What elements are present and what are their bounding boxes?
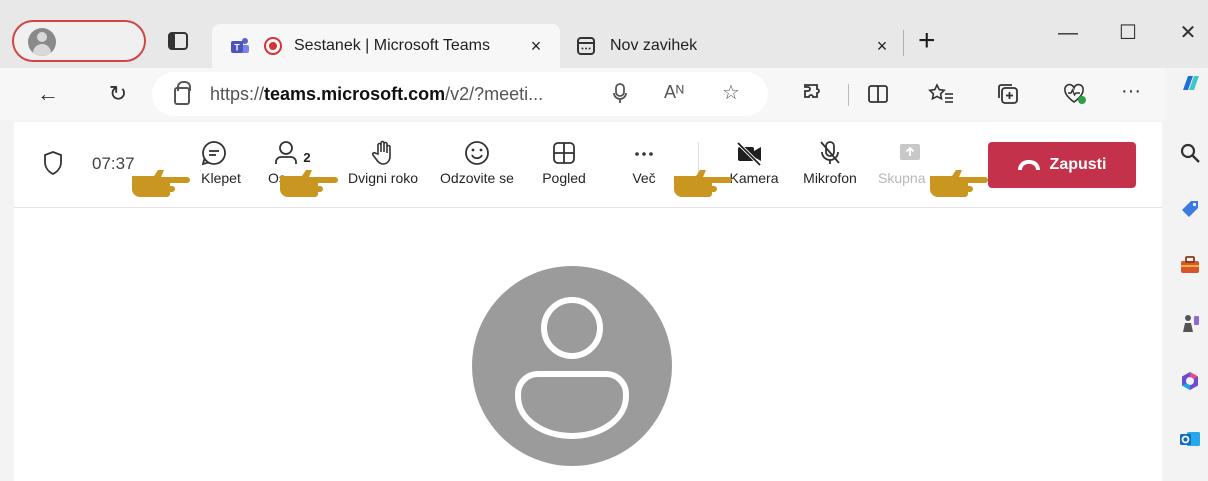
favorites-icon[interactable]	[928, 82, 954, 106]
participant-count-badge: 2	[303, 149, 311, 165]
tab-title: Sestanek | Microsoft Teams	[294, 37, 490, 54]
tab-separator	[903, 30, 904, 56]
tab-teams-meeting[interactable]: T Sestanek | Microsoft Teams ×	[212, 24, 560, 68]
svg-text:T: T	[234, 43, 240, 53]
camera-off-icon	[736, 141, 762, 167]
people-icon	[275, 141, 298, 164]
url-text: https://teams.microsoft.com/v2/?meeti...	[210, 83, 544, 104]
more-button[interactable]: Več	[622, 136, 666, 200]
favorite-star-icon[interactable]: ☆	[722, 80, 740, 105]
leave-button[interactable]: Zapusti	[988, 142, 1136, 188]
address-bar[interactable]: https://teams.microsoft.com/v2/?meeti...…	[152, 72, 768, 116]
browser-essentials-icon[interactable]	[1062, 82, 1088, 106]
shopping-tag-icon[interactable]	[1179, 198, 1201, 220]
teams-meeting-view: 07:37 Klepet 2 Os Dvigni roko Odzovite s…	[14, 122, 1162, 481]
chat-button[interactable]: Klepet	[186, 136, 242, 200]
close-window-button[interactable]: ✕	[1168, 18, 1208, 48]
new-tab-page-icon	[577, 37, 595, 55]
edge-sidebar	[1165, 68, 1208, 481]
react-button[interactable]: Odzovite se	[432, 136, 522, 200]
pointing-hand-icon	[132, 170, 190, 197]
collections-icon[interactable]	[996, 82, 1020, 106]
new-tab-button[interactable]: +	[918, 26, 936, 56]
search-icon[interactable]	[1179, 142, 1201, 164]
teams-logo-icon: T	[231, 38, 249, 53]
recording-icon	[264, 37, 282, 55]
hang-up-icon	[1017, 160, 1040, 170]
microsoft-365-icon[interactable]	[1179, 370, 1201, 392]
profile-avatar-icon	[28, 28, 56, 56]
refresh-button[interactable]: ↻	[102, 78, 134, 110]
maximize-button[interactable]: ☐	[1108, 18, 1148, 48]
navigation-bar: ← ↻ https://teams.microsoft.com/v2/?meet…	[0, 68, 1165, 120]
browser-tab-strip: T Sestanek | Microsoft Teams × Nov zavih…	[0, 0, 1208, 68]
raise-hand-button[interactable]: Dvigni roko	[342, 136, 424, 200]
more-options-icon[interactable]: ···	[1116, 80, 1146, 103]
workspaces-icon[interactable]	[167, 30, 189, 52]
pointing-hand-icon	[674, 170, 732, 197]
microphone-button[interactable]: Mikrofon	[794, 136, 866, 200]
split-screen-icon[interactable]	[866, 82, 890, 106]
mic-off-icon	[820, 141, 840, 164]
toolbar-separator	[848, 84, 849, 106]
share-icon	[900, 144, 920, 160]
pointing-hand-icon	[930, 170, 988, 197]
shield-icon[interactable]	[42, 150, 64, 176]
read-aloud-icon[interactable]: Aᴺ	[664, 82, 684, 103]
person-icon	[515, 297, 629, 440]
outlook-icon[interactable]	[1179, 428, 1201, 450]
copilot-icon[interactable]	[1179, 72, 1201, 94]
profile-button[interactable]	[12, 20, 146, 62]
voice-search-icon[interactable]	[612, 83, 628, 105]
more-icon	[635, 152, 653, 156]
grid-view-icon	[553, 142, 575, 164]
emoji-icon	[465, 141, 489, 165]
back-button[interactable]: ←	[32, 78, 64, 110]
lock-icon[interactable]	[174, 81, 191, 105]
extensions-icon[interactable]	[802, 82, 826, 106]
raise-hand-icon	[371, 140, 391, 165]
close-tab-button[interactable]: ×	[872, 36, 892, 57]
chat-icon	[201, 141, 226, 166]
view-button[interactable]: Pogled	[534, 136, 594, 200]
tab-title: Nov zavihek	[610, 37, 698, 54]
minimize-button[interactable]: —	[1048, 18, 1088, 48]
tools-briefcase-icon[interactable]	[1179, 254, 1201, 276]
tab-new-tab[interactable]: Nov zavihek ×	[566, 24, 906, 68]
pointing-hand-icon	[280, 170, 338, 197]
participant-avatar	[472, 266, 672, 466]
close-tab-button[interactable]: ×	[526, 36, 546, 57]
games-icon[interactable]	[1179, 312, 1201, 334]
